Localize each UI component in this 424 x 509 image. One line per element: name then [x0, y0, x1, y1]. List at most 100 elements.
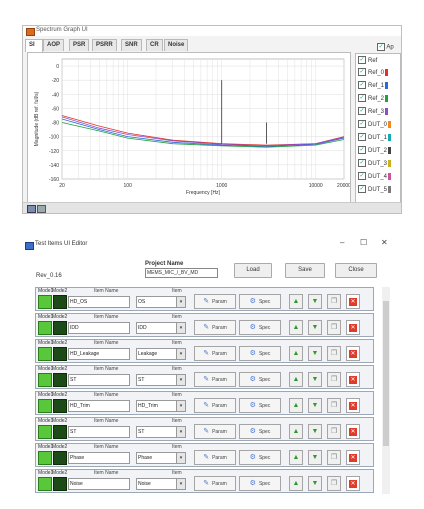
mode1-toggle[interactable]: [38, 425, 52, 439]
arrow-down-icon[interactable]: ▼: [308, 320, 322, 335]
legend-item[interactable]: ✓ Ref: [358, 56, 377, 66]
legend-item[interactable]: ✓ DUT_2: [358, 146, 392, 156]
param-button[interactable]: ✎ Param: [194, 476, 236, 491]
legend-item[interactable]: ✓ DUT_0: [358, 120, 392, 130]
param-button[interactable]: ✎ Param: [194, 346, 236, 361]
mode1-toggle[interactable]: [38, 295, 52, 309]
delete-icon[interactable]: ✕: [346, 424, 360, 439]
legend-item[interactable]: ✓ Ref_1: [358, 81, 389, 91]
scrollbar[interactable]: [382, 287, 390, 494]
copy-icon[interactable]: ❐: [327, 294, 341, 309]
mode2-toggle[interactable]: [53, 373, 67, 387]
item-select[interactable]: ST: [136, 426, 177, 438]
tab-aop[interactable]: AOP: [43, 39, 65, 51]
legend-item[interactable]: ✓ DUT_4: [358, 172, 392, 182]
chevron-down-icon[interactable]: ▾: [176, 296, 186, 308]
item-select[interactable]: HD_Trim: [136, 400, 177, 412]
tab-si[interactable]: SI: [25, 39, 43, 52]
arrow-down-icon[interactable]: ▼: [308, 450, 322, 465]
spec-button[interactable]: ⚙ Spec: [239, 346, 281, 361]
delete-icon[interactable]: ✕: [346, 476, 360, 491]
mode2-toggle[interactable]: [53, 425, 67, 439]
mode2-toggle[interactable]: [53, 451, 67, 465]
param-button[interactable]: ✎ Param: [194, 294, 236, 309]
item-select[interactable]: OS: [136, 296, 177, 308]
item-name-input[interactable]: IDD: [68, 322, 130, 334]
mode1-toggle[interactable]: [38, 321, 52, 335]
copy-icon[interactable]: ❐: [327, 346, 341, 361]
item-name-input[interactable]: ST: [68, 374, 130, 386]
minimize-button[interactable]: –: [340, 238, 344, 247]
tab-noise[interactable]: Noise: [164, 39, 189, 51]
copy-icon[interactable]: ❐: [327, 320, 341, 335]
item-select[interactable]: ST: [136, 374, 177, 386]
delete-icon[interactable]: ✕: [346, 320, 360, 335]
spec-button[interactable]: ⚙ Spec: [239, 424, 281, 439]
tab-psr[interactable]: PSR: [69, 39, 90, 51]
arrow-down-icon[interactable]: ▼: [308, 424, 322, 439]
item-select[interactable]: Phase: [136, 452, 177, 464]
export-icon[interactable]: [27, 205, 36, 213]
mode1-toggle[interactable]: [38, 451, 52, 465]
param-button[interactable]: ✎ Param: [194, 450, 236, 465]
item-name-input[interactable]: HD_Leakage: [68, 348, 130, 360]
copy-icon[interactable]: ❐: [327, 424, 341, 439]
arrow-down-icon[interactable]: ▼: [308, 398, 322, 413]
mode2-toggle[interactable]: [53, 477, 67, 491]
copy-icon[interactable]: ❐: [327, 476, 341, 491]
arrow-down-icon[interactable]: ▼: [308, 346, 322, 361]
copy-icon[interactable]: ❐: [327, 372, 341, 387]
item-select[interactable]: Noise: [136, 478, 177, 490]
chevron-down-icon[interactable]: ▾: [176, 348, 186, 360]
arrow-up-icon[interactable]: ▲: [289, 294, 303, 309]
mode2-toggle[interactable]: [53, 321, 67, 335]
mode1-toggle[interactable]: [38, 399, 52, 413]
param-button[interactable]: ✎ Param: [194, 398, 236, 413]
scrollbar-thumb[interactable]: [383, 301, 389, 446]
tab-cr[interactable]: CR: [146, 39, 163, 51]
tab-psrr[interactable]: PSRR: [92, 39, 117, 51]
spec-button[interactable]: ⚙ Spec: [239, 320, 281, 335]
spec-button[interactable]: ⚙ Spec: [239, 372, 281, 387]
legend-item[interactable]: ✓ DUT_3: [358, 159, 392, 169]
spec-button[interactable]: ⚙ Spec: [239, 476, 281, 491]
delete-icon[interactable]: ✕: [346, 372, 360, 387]
item-name-input[interactable]: HD_Trim: [68, 400, 130, 412]
chevron-down-icon[interactable]: ▾: [176, 374, 186, 386]
close-button[interactable]: ✕: [381, 238, 388, 247]
mode1-toggle[interactable]: [38, 347, 52, 361]
mode2-toggle[interactable]: [53, 399, 67, 413]
delete-icon[interactable]: ✕: [346, 450, 360, 465]
arrow-up-icon[interactable]: ▲: [289, 424, 303, 439]
item-select[interactable]: IDD: [136, 322, 177, 334]
chevron-down-icon[interactable]: ▾: [176, 322, 186, 334]
item-name-input[interactable]: Phase: [68, 452, 130, 464]
legend-item[interactable]: ✓ Ref_2: [358, 94, 389, 104]
param-button[interactable]: ✎ Param: [194, 320, 236, 335]
arrow-up-icon[interactable]: ▲: [289, 320, 303, 335]
mode2-toggle[interactable]: [53, 295, 67, 309]
legend-item[interactable]: ✓ Ref_3: [358, 107, 389, 117]
close-editor-button[interactable]: Close: [335, 263, 377, 278]
arrow-down-icon[interactable]: ▼: [308, 372, 322, 387]
delete-icon[interactable]: ✕: [346, 294, 360, 309]
arrow-up-icon[interactable]: ▲: [289, 346, 303, 361]
arrow-up-icon[interactable]: ▲: [289, 372, 303, 387]
mode2-toggle[interactable]: [53, 347, 67, 361]
mode1-toggle[interactable]: [38, 477, 52, 491]
copy-icon[interactable]: ❐: [327, 398, 341, 413]
load-button[interactable]: Load: [234, 263, 272, 278]
item-name-input[interactable]: HD_OS: [68, 296, 130, 308]
legend-item[interactable]: ✓ DUT_5: [358, 185, 392, 195]
item-select[interactable]: Leakage: [136, 348, 177, 360]
spec-button[interactable]: ⚙ Spec: [239, 450, 281, 465]
apply-checkbox[interactable]: ✓ Ap: [377, 43, 394, 51]
grid-icon[interactable]: [37, 205, 46, 213]
chevron-down-icon[interactable]: ▾: [176, 400, 186, 412]
mode1-toggle[interactable]: [38, 373, 52, 387]
item-name-input[interactable]: ST: [68, 426, 130, 438]
param-button[interactable]: ✎ Param: [194, 372, 236, 387]
copy-icon[interactable]: ❐: [327, 450, 341, 465]
chevron-down-icon[interactable]: ▾: [176, 478, 186, 490]
spec-button[interactable]: ⚙ Spec: [239, 294, 281, 309]
